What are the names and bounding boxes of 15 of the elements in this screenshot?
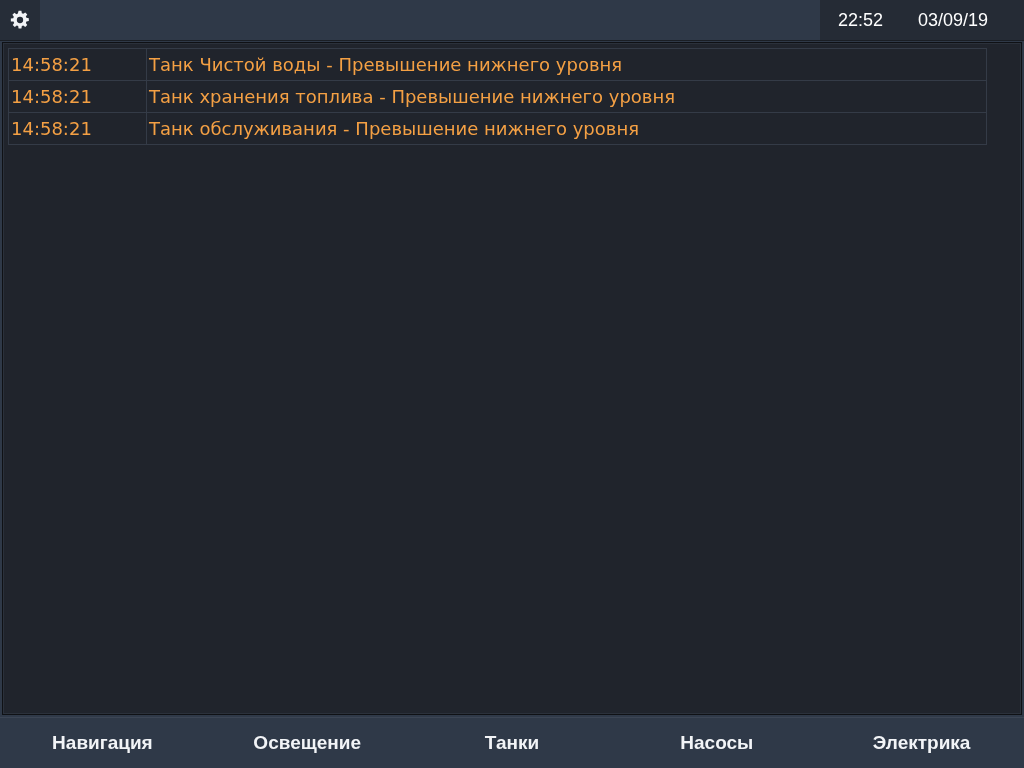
- date-text: 03/09/19: [918, 9, 989, 31]
- alarm-message-cell: Танк обслуживания - Превышение нижнего уровня: [146, 112, 987, 145]
- nav-button[interactable]: Танки: [478, 728, 546, 758]
- time-text: 22:52: [838, 9, 884, 31]
- alarm-message-cell: Танк Чистой воды - Превышение нижнего уровня: [146, 48, 987, 81]
- settings-button[interactable]: [0, 0, 40, 40]
- time-cell: 14:58:21: [8, 80, 147, 113]
- settings-icon: [10, 10, 30, 30]
- nav-button[interactable]: Освещение: [247, 728, 368, 758]
- time-cell: 14:58:21: [8, 48, 147, 81]
- nav-button[interactable]: Электрика: [866, 728, 977, 758]
- nav-button[interactable]: Насосы: [674, 728, 760, 758]
- nav-button[interactable]: Навигация: [46, 728, 159, 758]
- time-cell: 14:58:21: [8, 112, 147, 145]
- alarm-message-cell: Танк хранения топлива - Превышение нижнего уровня: [146, 80, 987, 113]
